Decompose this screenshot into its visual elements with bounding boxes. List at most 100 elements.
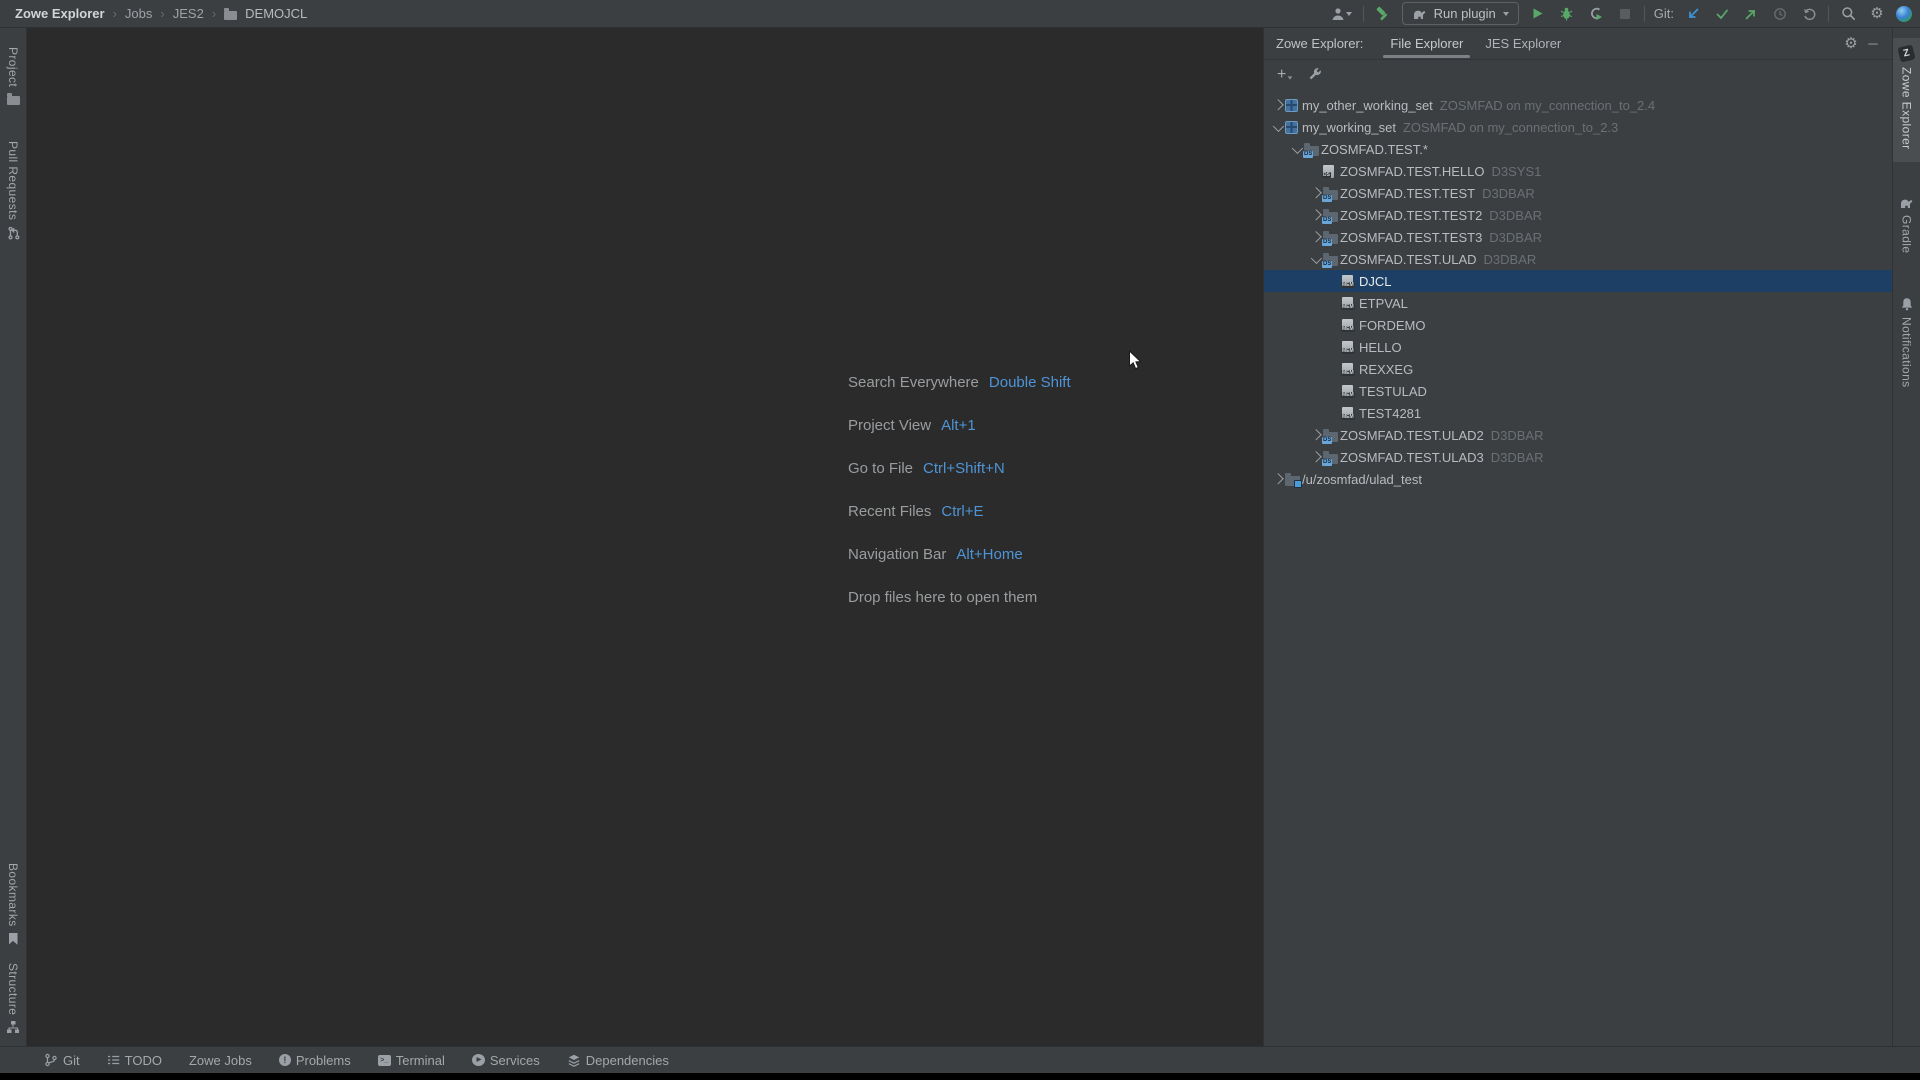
tree-node-label: ZOSMFAD.TEST.TEST3 <box>1340 230 1482 245</box>
statusbar-item-dependencies[interactable]: Dependencies <box>567 1053 669 1068</box>
tree-node-label: ZOSMFAD.TEST.ULAD2 <box>1340 428 1484 443</box>
toolwindow-button-structure[interactable]: Structure <box>0 954 26 1042</box>
shortcut-hint-row: Navigation Bar Alt+Home <box>848 546 1071 566</box>
dataset-tree: my_other_working_set ZOSMFAD on my_conne… <box>1264 90 1892 1046</box>
tree-node-testulad[interactable]: MEM TESTULAD <box>1264 380 1892 402</box>
search-everywhere-icon[interactable] <box>1838 4 1858 24</box>
tree-node-rexxeg[interactable]: MEM REXXEG <box>1264 358 1892 380</box>
chevron-right-icon[interactable] <box>1270 475 1285 483</box>
user-icon[interactable] <box>1328 4 1354 24</box>
chevron-down-icon[interactable] <box>1308 255 1323 263</box>
tree-node-annotation: D3DBAR <box>1489 230 1542 245</box>
run-configuration-select[interactable]: Run plugin <box>1402 2 1519 25</box>
tree-node-hello[interactable]: MEM HELLO <box>1264 336 1892 358</box>
build-hammer-icon[interactable] <box>1373 4 1393 24</box>
tree-node-label: TESTULAD <box>1359 384 1427 399</box>
tree-node-etpval[interactable]: MEM ETPVAL <box>1264 292 1892 314</box>
ds-folder-icon: DS <box>1323 253 1340 266</box>
tree-node-zosmfad-test-ulad[interactable]: DS ZOSMFAD.TEST.ULAD D3DBAR <box>1264 248 1892 270</box>
breadcrumb-item-root[interactable]: Zowe Explorer <box>15 6 105 21</box>
chevron-right-icon[interactable] <box>1308 211 1323 219</box>
chevron-right-icon[interactable] <box>1308 431 1323 439</box>
tab-file-explorer[interactable]: File Explorer <box>1379 28 1474 59</box>
panel-options-gear-icon[interactable]: ⚙ <box>1840 33 1862 55</box>
shortcut-hint-row: Search Everywhere Double Shift <box>848 374 1071 394</box>
tab-jes-explorer[interactable]: JES Explorer <box>1474 28 1572 59</box>
settings-wrench-button[interactable] <box>1308 67 1322 84</box>
tree-node-my-other-working-set[interactable]: my_other_working_set ZOSMFAD on my_conne… <box>1264 94 1892 116</box>
panel-minimize-icon[interactable]: ─ <box>1862 33 1884 55</box>
chevron-down-icon[interactable] <box>1270 123 1285 131</box>
ds-folder-icon: DS <box>1323 451 1340 464</box>
tree-node-zosmfad-test-test2[interactable]: DS ZOSMFAD.TEST.TEST2 D3DBAR <box>1264 204 1892 226</box>
run-play-icon[interactable] <box>1528 4 1548 24</box>
toolbar-actions: Run plugin Git: <box>1328 2 1912 25</box>
toolwindow-button-zowe-explorer[interactable]: Z Zowe Explorer <box>1893 38 1920 162</box>
statusbar-item-services[interactable]: ▶Services <box>472 1053 540 1068</box>
tree-node-zosmfad-test-ulad3[interactable]: DS ZOSMFAD.TEST.ULAD3 D3DBAR <box>1264 446 1892 468</box>
chevron-right-icon[interactable] <box>1308 453 1323 461</box>
breadcrumb-item-jobs[interactable]: Jobs <box>125 6 152 21</box>
tree-node-label: ZOSMFAD.TEST.TEST2 <box>1340 208 1482 223</box>
tree-node-zosmfad-test-test[interactable]: DS ZOSMFAD.TEST.TEST D3DBAR <box>1264 182 1892 204</box>
breadcrumb-separator-icon: › <box>212 6 216 21</box>
statusbar-item-zowe-jobs[interactable]: Zowe Jobs <box>189 1053 252 1068</box>
breadcrumb-item-jes2[interactable]: JES2 <box>173 6 204 21</box>
tree-node-fordemo[interactable]: MEM FORDEMO <box>1264 314 1892 336</box>
add-working-set-button[interactable]: + <box>1277 67 1293 83</box>
toolbar-divider <box>1363 6 1364 22</box>
undo-icon[interactable] <box>1799 4 1819 24</box>
tree-node-label: ZOSMFAD.TEST.TEST <box>1340 186 1475 201</box>
chevron-down-icon[interactable] <box>1289 145 1304 153</box>
coverage-icon[interactable] <box>1586 4 1606 24</box>
statusbar-item-todo[interactable]: TODO <box>107 1053 162 1068</box>
toolwindow-button-notifications[interactable]: Notifications <box>1893 288 1920 397</box>
statusbar-item-label: Terminal <box>396 1053 445 1068</box>
git-update-icon[interactable] <box>1683 4 1703 24</box>
statusbar-item-git[interactable]: Git <box>44 1053 80 1068</box>
uss-folder-icon <box>1285 473 1302 486</box>
toolwindow-button-bookmarks[interactable]: Bookmarks <box>0 854 26 954</box>
folder-icon <box>224 11 237 20</box>
tree-node-my-working-set[interactable]: my_working_set ZOSMFAD on my_connection_… <box>1264 116 1892 138</box>
chevron-right-icon[interactable] <box>1308 189 1323 197</box>
toolwindow-button-gradle[interactable]: Gradle <box>1893 188 1920 262</box>
shortcut-hint-label: Navigation Bar <box>848 546 946 563</box>
tree-node-zosmfad-test-test3[interactable]: DS ZOSMFAD.TEST.TEST3 D3DBAR <box>1264 226 1892 248</box>
statusbar-item-problems[interactable]: !Problems <box>279 1053 351 1068</box>
debug-bug-icon[interactable] <box>1557 4 1577 24</box>
toolwindow-button-project[interactable]: Project <box>0 38 26 114</box>
git-push-icon[interactable] <box>1741 4 1761 24</box>
member-icon: MEM <box>1342 385 1359 398</box>
breadcrumb-item-demojcl[interactable]: DEMOJCL <box>245 6 307 21</box>
drop-files-hint: Drop files here to open them <box>848 589 1071 606</box>
toolbar-divider <box>1644 6 1645 22</box>
main-toolbar: Zowe Explorer › Jobs › JES2 › DEMOJCL Ru… <box>0 0 1920 28</box>
editor-shortcut-hints: Search Everywhere Double Shift Project V… <box>848 374 1071 606</box>
tree-node-test4281[interactable]: MEM TEST4281 <box>1264 402 1892 424</box>
tree-node-u-zosmfad-ulad-test[interactable]: /u/zosmfad/ulad_test <box>1264 468 1892 490</box>
settings-gear-icon[interactable]: ⚙ <box>1867 4 1887 24</box>
user-avatar-sphere-icon[interactable] <box>1896 6 1912 22</box>
tree-node-label: FORDEMO <box>1359 318 1425 333</box>
tree-node-annotation: D3DBAR <box>1491 450 1544 465</box>
stripe-label: Pull Requests <box>6 141 20 220</box>
breadcrumb-separator-icon: › <box>160 6 164 21</box>
member-icon: MEM <box>1342 319 1359 332</box>
chevron-right-icon[interactable] <box>1270 101 1285 109</box>
git-commit-icon[interactable] <box>1712 4 1732 24</box>
tree-node-zosmfad-test-hello[interactable]: DS ZOSMFAD.TEST.HELLO D3SYS1 <box>1264 160 1892 182</box>
chevron-right-icon[interactable] <box>1308 233 1323 241</box>
toolwindow-button-pull-requests[interactable]: Pull Requests <box>0 132 26 249</box>
tree-node-djcl[interactable]: MEM DJCL <box>1264 270 1892 292</box>
tree-node-annotation: D3DBAR <box>1491 428 1544 443</box>
statusbar-item-label: Services <box>490 1053 540 1068</box>
member-icon: MEM <box>1342 341 1359 354</box>
tree-node-zosmfad-test-ulad2[interactable]: DS ZOSMFAD.TEST.ULAD2 D3DBAR <box>1264 424 1892 446</box>
statusbar-item-terminal[interactable]: >_Terminal <box>378 1053 445 1068</box>
statusbar-item-label: Zowe Jobs <box>189 1053 252 1068</box>
bell-icon <box>1900 297 1914 311</box>
tree-node-annotation: ZOSMFAD on my_connection_to_2.3 <box>1403 120 1618 135</box>
member-icon: MEM <box>1342 407 1359 420</box>
tree-node-zosmfad-test[interactable]: DS ZOSMFAD.TEST.* <box>1264 138 1892 160</box>
